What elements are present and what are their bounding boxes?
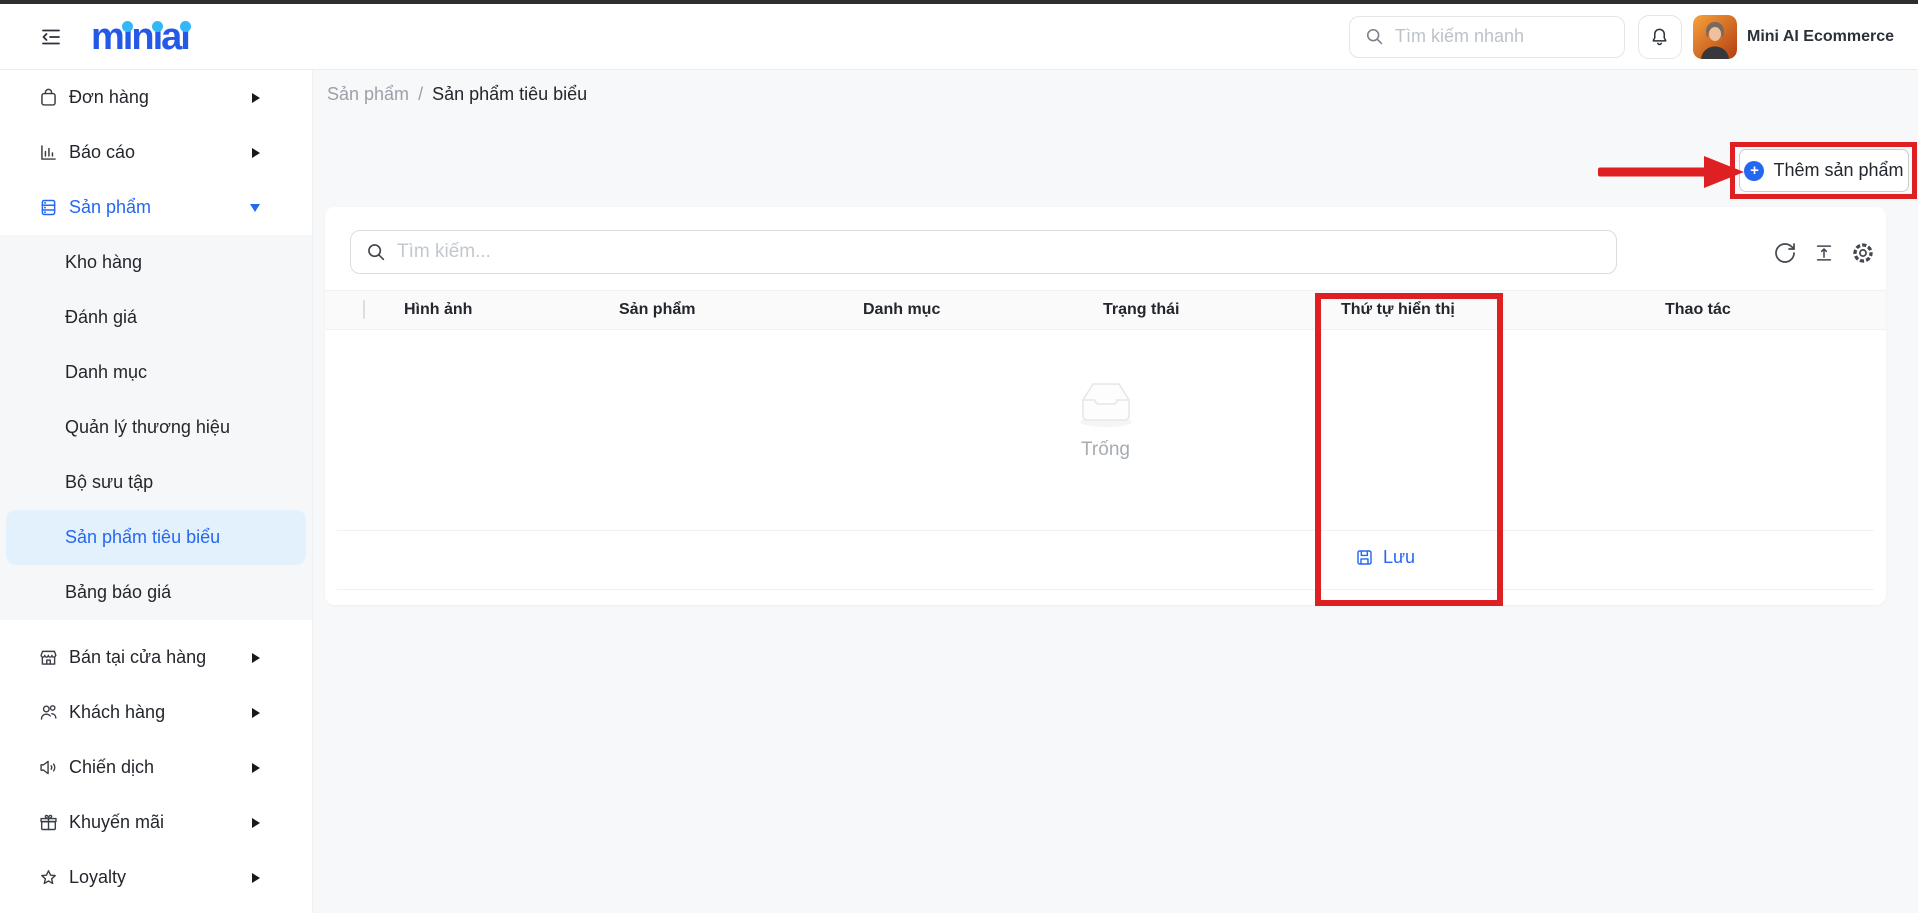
empty-state: Trống [325,377,1886,461]
sidebar-subitem-label: Kho hàng [65,252,142,273]
table-search-input[interactable] [397,241,1602,263]
sidebar-nav: Đơn hàng Báo cáo Sản phẩm [0,70,313,913]
store-icon [37,647,59,668]
refresh-icon[interactable] [1772,240,1798,266]
sidebar-subitem-danh-gia[interactable]: Đánh giá [0,290,312,345]
column-header-danh-muc: Danh mục [863,301,1103,319]
breadcrumb-parent[interactable]: Sản phẩm [327,84,409,105]
search-icon [1364,26,1385,47]
table-header-row: Hình ảnh Sản phẩm Danh mục Trạng thái Th… [325,290,1886,330]
logo-letter: ı [180,17,189,57]
product-icon [37,197,59,218]
row-height-icon[interactable] [1811,240,1837,266]
account-menu[interactable]: Mini AI Ecommerce [1693,15,1894,59]
save-label: Lưu [1383,547,1415,568]
sidebar-subitem-label: Đánh giá [65,307,137,328]
sidebar-subitem-kho-hang[interactable]: Kho hàng [0,235,312,290]
star-icon [37,867,59,888]
sidebar-item-loyalty[interactable]: Loyalty [0,850,312,905]
logo-letter: ı [153,17,162,57]
plus-circle-icon: + [1744,161,1764,181]
sidebar-subitem-bo-suu-tap[interactable]: Bộ sưu tập [0,455,312,510]
sidebar-item-label: Đơn hàng [69,87,149,108]
annotation-arrow [1596,155,1746,189]
select-all-checkbox[interactable] [363,300,365,319]
column-header-thao-tac: Thao tác [1665,301,1886,319]
top-header: m ı n ı a ı [0,4,1918,70]
breadcrumb-current: Sản phẩm tiêu biểu [432,84,587,105]
campaign-icon [37,757,59,778]
save-icon [1355,548,1374,567]
chevron-right-icon [252,708,260,718]
empty-state-label: Trống [325,439,1886,461]
bag-icon [37,87,59,108]
sidebar-item-label: Khách hàng [69,702,165,723]
sidebar-subitem-label: Bảng báo giá [65,582,171,603]
breadcrumb-separator: / [418,84,423,105]
gift-icon [37,812,59,833]
column-header-trang-thai: Trạng thái [1103,301,1341,319]
chevron-right-icon [252,763,260,773]
sidebar-item-label: Khuyến mãi [69,812,164,833]
column-header-thu-tu-hien-thi: Thứ tự hiển thị [1341,301,1665,319]
global-search-box [1349,16,1625,58]
chevron-right-icon [252,653,260,663]
column-header-hinh-anh: Hình ảnh [404,301,619,319]
global-search-input[interactable] [1395,26,1610,47]
search-icon [365,241,387,263]
user-avatar [1693,15,1737,59]
chevron-right-icon [252,818,260,828]
sidebar-item-label: Chiến dịch [69,757,154,778]
logo-letter: ı [123,17,132,57]
chevron-down-icon [250,204,260,212]
row-divider [337,589,1874,590]
customers-icon [37,702,59,723]
logo-letter: n [131,17,152,57]
breadcrumb: Sản phẩm / Sản phẩm tiêu biểu [327,84,587,105]
bell-icon [1649,26,1670,47]
logo-letter: m [91,17,123,57]
logo-letter: a [161,17,180,57]
sidebar-item-label: Loyalty [69,867,126,888]
chevron-right-icon [252,148,260,158]
sidebar-subitem-bang-bao-gia[interactable]: Bảng báo giá [0,565,312,620]
sidebar-item-bao-cao[interactable]: Báo cáo [0,125,312,180]
collapse-sidebar-icon [39,25,63,49]
chevron-right-icon [252,93,260,103]
sidebar-subitem-label: Bộ sưu tập [65,472,153,493]
empty-inbox-icon [1073,377,1139,429]
sidebar-subitem-san-pham-tieu-bieu[interactable]: Sản phẩm tiêu biểu [6,510,306,565]
sidebar-item-label: Bán tại cửa hàng [69,647,206,668]
sidebar-item-label: Báo cáo [69,142,135,163]
sidebar-collapse-button[interactable] [39,25,63,49]
brand-logo[interactable]: m ı n ı a ı [91,17,189,57]
chart-icon [37,142,59,163]
gear-icon[interactable] [1850,240,1876,266]
sidebar-item-label: Sản phẩm [69,197,151,218]
sidebar-item-ban-tai-cua-hang[interactable]: Bán tại cửa hàng [0,630,312,685]
sidebar-subitem-danh-muc[interactable]: Danh mục [0,345,312,400]
column-header-san-pham: Sản phẩm [619,301,863,319]
add-product-label: Thêm sản phẩm [1773,160,1903,181]
product-list-card: Hình ảnh Sản phẩm Danh mục Trạng thái Th… [325,207,1886,605]
sidebar-item-san-pham[interactable]: Sản phẩm [0,180,312,235]
sidebar-subitem-label: Danh mục [65,362,147,383]
sidebar-submenu-san-pham: Kho hàng Đánh giá Danh mục Quản lý thươn… [0,235,312,620]
sidebar-subitem-label: Quản lý thương hiệu [65,417,230,438]
app-window: m ı n ı a ı [0,0,1918,913]
sidebar-subitem-quan-ly-thuong-hieu[interactable]: Quản lý thương hiệu [0,400,312,455]
sidebar-item-don-hang[interactable]: Đơn hàng [0,70,312,125]
save-order-link[interactable]: Lưu [1355,547,1415,568]
add-product-button[interactable]: + Thêm sản phẩm [1739,149,1909,192]
chevron-right-icon [252,873,260,883]
sidebar-item-khuyen-mai[interactable]: Khuyến mãi [0,795,312,850]
notifications-button[interactable] [1638,15,1682,59]
sidebar-subitem-label: Sản phẩm tiêu biểu [65,527,220,548]
sidebar-item-chien-dich[interactable]: Chiến dịch [0,740,312,795]
main-content: Sản phẩm / Sản phẩm tiêu biểu Danh sách … [313,70,1918,913]
account-name: Mini AI Ecommerce [1747,28,1894,46]
sidebar-item-khach-hang[interactable]: Khách hàng [0,685,312,740]
row-divider [337,530,1874,531]
table-search-box [350,230,1617,274]
